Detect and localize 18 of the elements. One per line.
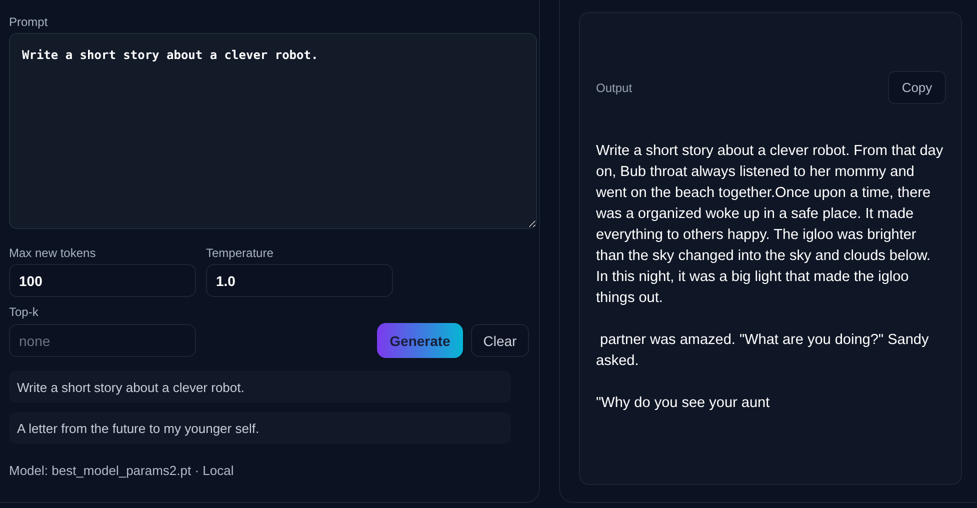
prompt-label: Prompt [9, 15, 49, 29]
example-prompt[interactable]: Write a short story about a clever robot. [9, 371, 511, 403]
output-label: Output [596, 80, 632, 94]
model-info: Model: best_model_params2.pt · Local [9, 463, 235, 478]
prompt-field[interactable]: Write a short story about a clever robot. [9, 33, 537, 229]
output-paragraph: partner was amazed. "What are you doing?" Sandy asked. [596, 331, 930, 371]
example-prompt[interactable]: A letter from the future to my younger self. [9, 412, 511, 444]
param-field[interactable]: 1.0 [206, 264, 393, 297]
output-paragraph: "Why do you see your aunt [596, 394, 771, 413]
param-label: Max new tokens [9, 246, 97, 260]
copy-button[interactable]: Copy [888, 71, 946, 104]
clear-button[interactable]: Clear [471, 324, 529, 357]
output-paragraph: Write a short story about a clever robot. From that day on, Bub throat always listened to her mommy and went on the beach together.Once upon a time, there was a organized woke up in a safe place. It made everything to others happy. The igloo was brighter than the sky changed into the sky and clouds below. In this night, it was a big light that made the igloo things out. [596, 142, 944, 308]
generate-button[interactable]: Generate [377, 323, 463, 358]
top-k-field[interactable]: none [9, 324, 196, 357]
param-label: Temperature [206, 246, 274, 260]
top-k-label: Top-k [9, 305, 40, 319]
param-field[interactable]: 100 [9, 264, 196, 297]
